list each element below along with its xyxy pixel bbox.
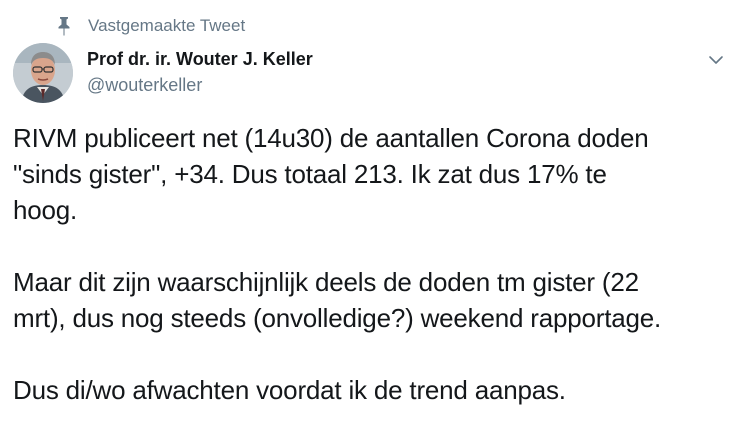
chevron-down-icon[interactable] bbox=[706, 50, 726, 70]
tweet-paragraph: Dus di/wo afwachten voordat ik de trend … bbox=[13, 375, 566, 405]
tweet-text: RIVM publiceert net (14u30) de aantallen… bbox=[13, 120, 729, 408]
pin-icon bbox=[56, 16, 72, 36]
tweet-header: Prof dr. ir. Wouter J. Keller @wouterkel… bbox=[87, 47, 313, 97]
author-handle[interactable]: @wouterkeller bbox=[87, 73, 313, 97]
avatar[interactable] bbox=[13, 43, 73, 103]
pinned-label: Vastgemaakte Tweet bbox=[88, 16, 246, 35]
pinned-indicator: Vastgemaakte Tweet bbox=[56, 14, 245, 38]
author-display-name[interactable]: Prof dr. ir. Wouter J. Keller bbox=[87, 47, 313, 71]
tweet-paragraph: Maar dit zijn waarschijnlijk deels de do… bbox=[13, 267, 662, 333]
tweet[interactable]: Vastgemaakte Tweet Prof dr. ir. Wouter J… bbox=[0, 0, 744, 428]
tweet-paragraph: RIVM publiceert net (14u30) de aantallen… bbox=[13, 123, 649, 225]
